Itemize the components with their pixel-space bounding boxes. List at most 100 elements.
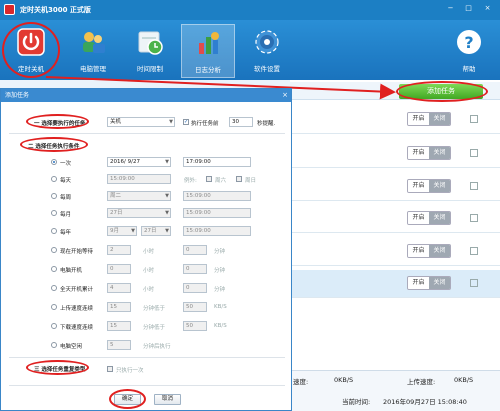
chevron-down-icon: ▼ <box>169 119 173 125</box>
dialog-title: 添加任务 <box>1 89 291 102</box>
close-button[interactable]: × <box>483 4 492 13</box>
toggle-off[interactable]: 关闭 <box>429 212 450 224</box>
edit-icon[interactable] <box>470 115 478 123</box>
yearly-month-select[interactable]: 9月 ▼ <box>107 226 137 236</box>
edit-icon[interactable] <box>470 149 478 157</box>
idle-after-label: 分钟后执行 <box>143 344 171 350</box>
divider <box>9 133 285 134</box>
yearly-time[interactable]: 15:09:00 <box>183 226 251 236</box>
svg-text:?: ? <box>464 33 473 52</box>
minimize-button[interactable]: − <box>446 4 455 13</box>
monthly-day-select[interactable]: 27日 ▼ <box>107 208 171 218</box>
daily-time[interactable]: 15:09:00 <box>107 174 171 184</box>
toggle-off[interactable]: 关闭 <box>429 180 450 192</box>
window-title: 定时关机3000 正式版 <box>20 6 91 14</box>
edit-icon[interactable] <box>470 279 478 287</box>
cumulative-minutes[interactable]: 0 <box>183 283 207 293</box>
monthly-radio[interactable] <box>51 210 57 216</box>
toggle-on[interactable]: 开启 <box>408 245 429 257</box>
toggle-on[interactable]: 开启 <box>408 180 429 192</box>
task-row[interactable]: 开启 关闭 <box>290 238 500 266</box>
task-select[interactable]: 关机 ▼ <box>107 117 175 127</box>
repeat-once-label: 只执行一次 <box>116 368 144 374</box>
once-label: 一次 <box>60 161 72 167</box>
task-row[interactable]: 开启 关闭 <box>290 140 500 168</box>
task-toggle[interactable]: 开启 关闭 <box>407 112 451 126</box>
help-icon: ? <box>457 30 481 54</box>
monthly-time[interactable]: 15:09:00 <box>183 208 251 218</box>
boot-label: 电脑开机 <box>60 268 83 274</box>
wait-radio[interactable] <box>51 247 57 253</box>
download-radio[interactable] <box>51 323 57 329</box>
task-row[interactable]: 开启 关闭 <box>290 173 500 201</box>
download-minutes[interactable]: 15 <box>107 321 131 331</box>
minutes-below-label: 分钟低于 <box>143 306 166 312</box>
toolbar-label: 软件设置 <box>254 65 280 73</box>
repeat-once-checkbox[interactable] <box>107 366 113 372</box>
weekly-radio[interactable] <box>51 193 57 199</box>
weekly-time[interactable]: 15:09:00 <box>183 191 251 201</box>
download-threshold[interactable]: 50 <box>183 321 207 331</box>
gear-icon <box>255 30 279 54</box>
upload-radio[interactable] <box>51 304 57 310</box>
toggle-on[interactable]: 开启 <box>408 212 429 224</box>
toolbar-item-log-analysis[interactable]: 日志分析 <box>181 24 235 78</box>
task-toggle[interactable]: 开启 关闭 <box>407 179 451 193</box>
weekly-day-select[interactable]: 周二 ▼ <box>107 191 171 201</box>
once-time[interactable]: 17:09:00 <box>183 157 251 167</box>
annotation-circle <box>396 81 488 102</box>
wait-minutes[interactable]: 0 <box>183 245 207 255</box>
yearly-radio[interactable] <box>51 228 57 234</box>
daily-sunday-checkbox[interactable] <box>236 176 242 182</box>
boot-minutes[interactable]: 0 <box>183 264 207 274</box>
maximize-button[interactable]: □ <box>464 4 473 13</box>
idle-radio[interactable] <box>51 342 57 348</box>
once-date[interactable]: 2016/ 9/27 ▼ <box>107 157 171 167</box>
toggle-on[interactable]: 开启 <box>408 147 429 159</box>
toggle-off[interactable]: 关闭 <box>429 277 450 289</box>
upload-speed-label: 上传速度: <box>407 378 436 386</box>
toolbar-item-settings[interactable]: 软件设置 <box>240 24 294 78</box>
boot-radio[interactable] <box>51 266 57 272</box>
cumulative-radio[interactable] <box>51 285 57 291</box>
task-toggle[interactable]: 开启 关闭 <box>407 211 451 225</box>
toggle-off[interactable]: 关闭 <box>429 147 450 159</box>
run-before-checkbox[interactable]: ✓ <box>183 119 189 125</box>
daily-radio[interactable] <box>51 176 57 182</box>
run-before-seconds[interactable]: 30 <box>229 117 253 127</box>
task-row[interactable]: 开启 关闭 <box>290 106 500 134</box>
toggle-off[interactable]: 关闭 <box>429 245 450 257</box>
dialog-close-button[interactable]: × <box>282 89 288 102</box>
status-bar: 速度: 0KB/S 上传速度: 0KB/S 当前时间: 2016年09月27日 … <box>290 370 500 411</box>
idle-minutes[interactable]: 5 <box>107 340 131 350</box>
once-radio[interactable] <box>51 159 57 165</box>
daily-saturday-checkbox[interactable] <box>206 176 212 182</box>
edit-icon[interactable] <box>470 214 478 222</box>
toolbar-item-time-limit[interactable]: 时间限制 <box>123 24 177 78</box>
edit-icon[interactable] <box>470 182 478 190</box>
upload-minutes[interactable]: 15 <box>107 302 131 312</box>
divider <box>9 357 285 358</box>
current-time-label: 当前时间: <box>342 398 371 406</box>
download-speed-label: 速度: <box>293 378 309 386</box>
task-toggle[interactable]: 开启 关闭 <box>407 276 451 290</box>
annotation-circle <box>20 137 88 152</box>
toolbar-item-computer-manage[interactable]: 电脑管理 <box>66 24 120 78</box>
wait-hours[interactable]: 2 <box>107 245 131 255</box>
edit-icon[interactable] <box>470 247 478 255</box>
task-toggle[interactable]: 开启 关闭 <box>407 146 451 160</box>
upload-threshold[interactable]: 50 <box>183 302 207 312</box>
toggle-on[interactable]: 开启 <box>408 113 429 125</box>
toggle-on[interactable]: 开启 <box>408 277 429 289</box>
task-row[interactable]: 开启 关闭 <box>290 270 500 298</box>
yearly-day-select[interactable]: 27日 ▼ <box>141 226 171 236</box>
task-toggle[interactable]: 开启 关闭 <box>407 244 451 258</box>
toggle-off[interactable]: 关闭 <box>429 113 450 125</box>
cancel-button[interactable]: 取消 <box>154 394 181 405</box>
boot-hours[interactable]: 0 <box>107 264 131 274</box>
task-row[interactable]: 开启 关闭 <box>290 205 500 233</box>
app-logo-icon <box>4 4 15 15</box>
toolbar-item-help[interactable]: ? 帮助 <box>442 24 496 78</box>
seconds-hint: 秒提醒. <box>257 121 276 127</box>
cumulative-hours[interactable]: 4 <box>107 283 131 293</box>
